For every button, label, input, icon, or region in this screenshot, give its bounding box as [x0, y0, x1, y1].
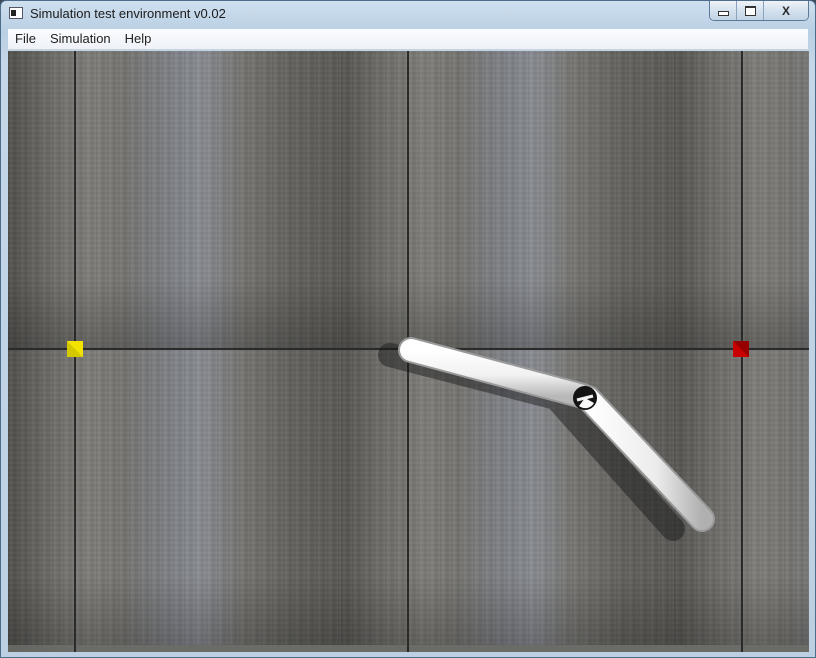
menu-help[interactable]: Help	[118, 29, 159, 49]
menu-simulation[interactable]: Simulation	[43, 29, 118, 49]
robot-arm	[378, 337, 715, 541]
close-button[interactable]: X	[764, 1, 808, 20]
minimize-button[interactable]	[710, 1, 737, 20]
simulation-viewport[interactable]	[8, 51, 809, 652]
menu-bar: File Simulation Help	[8, 29, 808, 50]
minimize-icon	[717, 11, 729, 16]
app-window: Simulation test environment v0.02 X File…	[0, 0, 816, 658]
window-title: Simulation test environment v0.02	[30, 6, 226, 21]
joint-icon	[573, 386, 597, 410]
window-controls: X	[709, 1, 809, 21]
maximize-button[interactable]	[737, 1, 764, 20]
close-icon: X	[781, 3, 790, 18]
title-bar[interactable]: Simulation test environment v0.02 X	[1, 1, 815, 27]
maximize-icon	[744, 5, 756, 16]
app-icon[interactable]	[9, 7, 23, 19]
menu-file[interactable]: File	[8, 29, 43, 49]
